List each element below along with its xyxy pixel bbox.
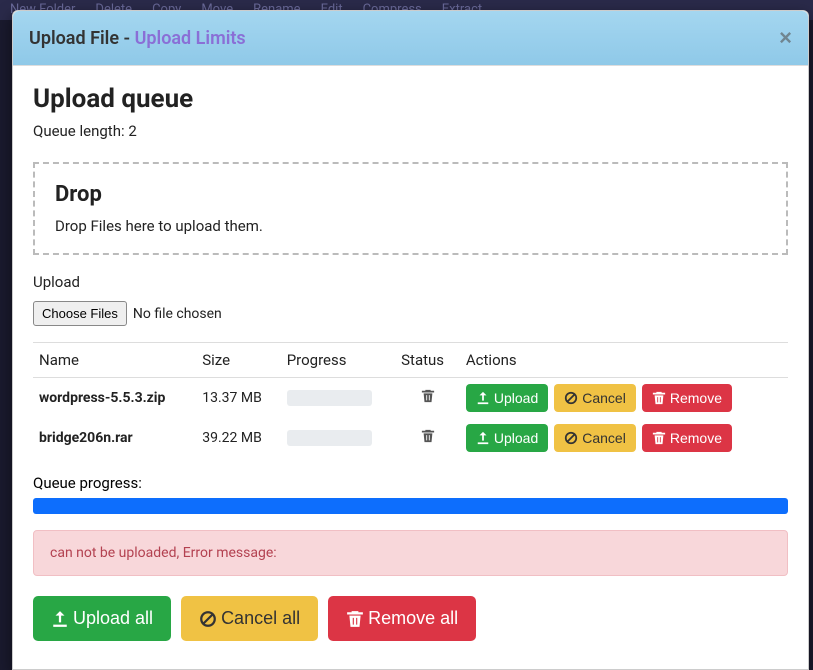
trash-icon	[346, 610, 364, 628]
file-chooser: Choose Files No file chosen	[33, 301, 788, 326]
cancel-label: Cancel	[582, 390, 626, 406]
upload-icon	[476, 391, 490, 405]
file-actions: Upload Cancel Remove	[460, 378, 788, 419]
drop-zone[interactable]: Drop Drop Files here to upload them.	[33, 162, 788, 255]
upload-table-body: wordpress-5.5.3.zip13.37 MB Upload Cancel R…	[33, 378, 788, 459]
col-actions: Actions	[460, 343, 788, 378]
col-status: Status	[395, 343, 460, 378]
drop-text: Drop Files here to upload them.	[55, 217, 766, 235]
cancel-all-label: Cancel all	[221, 608, 300, 629]
cancel-label: Cancel	[582, 430, 626, 446]
modal-title-prefix: Upload File -	[29, 28, 135, 49]
trash-icon	[652, 391, 666, 405]
trash-icon	[652, 431, 666, 445]
remove-label: Remove	[670, 390, 722, 406]
close-button[interactable]: ×	[779, 25, 792, 51]
col-size: Size	[196, 343, 280, 378]
file-size: 13.37 MB	[196, 378, 280, 419]
footer-actions: Upload all Cancel all Remove all	[33, 596, 788, 641]
ban-icon	[199, 610, 217, 628]
upload-all-label: Upload all	[73, 608, 153, 629]
remove-all-button[interactable]: Remove all	[328, 596, 476, 641]
file-status	[395, 418, 460, 458]
trash-icon	[421, 429, 435, 443]
upload-label: Upload	[494, 390, 538, 406]
file-status	[395, 378, 460, 419]
table-row: wordpress-5.5.3.zip13.37 MB Upload Cancel R…	[33, 378, 788, 419]
progress-bar	[287, 390, 372, 406]
upload-button[interactable]: Upload	[466, 384, 548, 412]
upload-label: Upload	[33, 273, 788, 291]
cancel-all-button[interactable]: Cancel all	[181, 596, 318, 641]
ban-icon	[564, 431, 578, 445]
modal-title: Upload File - Upload Limits	[29, 28, 246, 49]
file-size: 39.22 MB	[196, 418, 280, 458]
upload-limits-link[interactable]: Upload Limits	[135, 28, 246, 49]
file-name: wordpress-5.5.3.zip	[33, 378, 196, 419]
col-name: Name	[33, 343, 196, 378]
upload-table: Name Size Progress Status Actions wordpr…	[33, 342, 788, 458]
modal-header: Upload File - Upload Limits ×	[13, 11, 808, 66]
ban-icon	[564, 391, 578, 405]
cancel-button[interactable]: Cancel	[554, 384, 636, 412]
close-icon: ×	[779, 25, 792, 50]
queue-progress-bar	[33, 498, 788, 514]
file-name: bridge206n.rar	[33, 418, 196, 458]
remove-label: Remove	[670, 430, 722, 446]
cancel-button[interactable]: Cancel	[554, 424, 636, 452]
remove-all-label: Remove all	[368, 608, 458, 629]
file-progress-cell	[281, 378, 395, 419]
upload-icon	[476, 431, 490, 445]
queue-length-label: Queue length: 2	[33, 122, 788, 140]
progress-bar	[287, 430, 372, 446]
table-row: bridge206n.rar39.22 MB Upload Cancel Remove	[33, 418, 788, 458]
upload-icon	[51, 610, 69, 628]
file-actions: Upload Cancel Remove	[460, 418, 788, 458]
upload-all-button[interactable]: Upload all	[33, 596, 171, 641]
upload-label: Upload	[494, 430, 538, 446]
queue-progress-label: Queue progress:	[33, 474, 788, 492]
remove-button[interactable]: Remove	[642, 384, 732, 412]
upload-modal: Upload File - Upload Limits × Upload que…	[12, 10, 809, 670]
col-progress: Progress	[281, 343, 395, 378]
upload-queue-heading: Upload queue	[33, 84, 788, 114]
error-message: can not be uploaded, Error message:	[33, 530, 788, 576]
drop-heading: Drop	[55, 182, 766, 207]
upload-button[interactable]: Upload	[466, 424, 548, 452]
choose-files-button[interactable]: Choose Files	[33, 301, 127, 326]
no-file-chosen-text: No file chosen	[133, 306, 222, 322]
remove-button[interactable]: Remove	[642, 424, 732, 452]
modal-body: Upload queue Queue length: 2 Drop Drop F…	[13, 66, 808, 669]
file-progress-cell	[281, 418, 395, 458]
trash-icon	[421, 389, 435, 403]
